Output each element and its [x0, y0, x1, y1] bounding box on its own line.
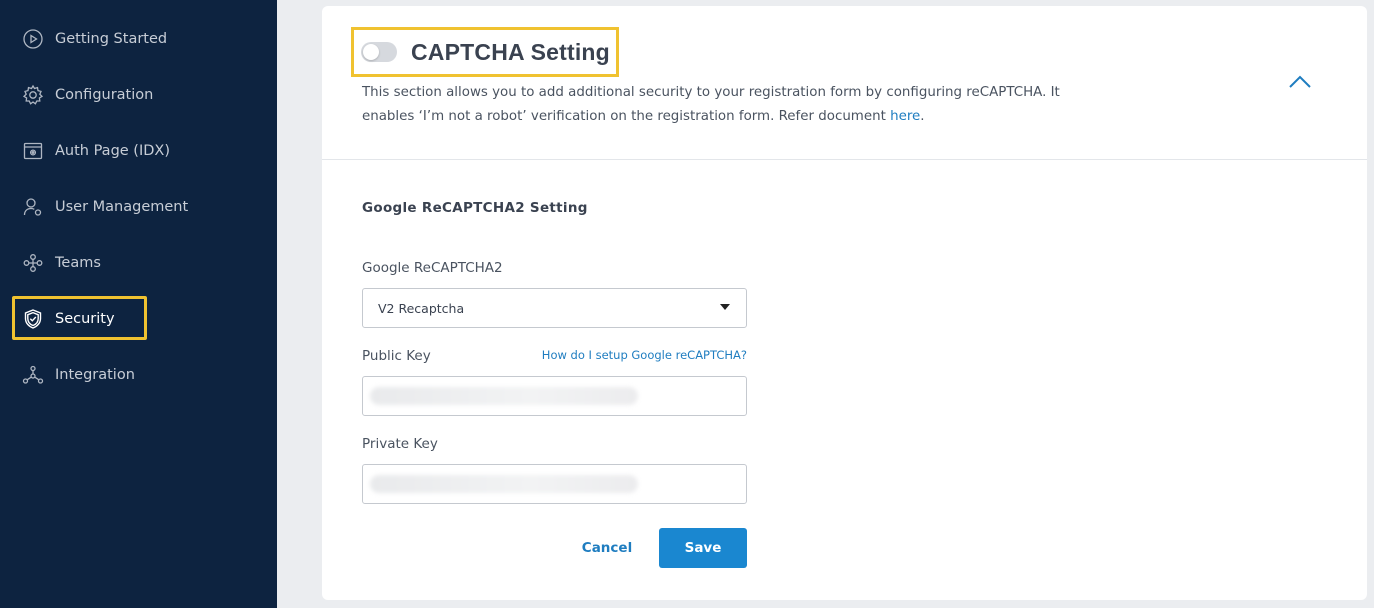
sidebar-item-integration[interactable]: Integration	[22, 361, 135, 389]
sidebar-item-configuration[interactable]: Configuration	[22, 81, 153, 109]
private-key-label: Private Key	[362, 436, 438, 452]
captcha-toggle[interactable]	[361, 42, 397, 62]
description-text: This section allows you to add additiona…	[362, 85, 1060, 124]
sidebar-item-teams[interactable]: Teams	[22, 249, 101, 277]
sidebar-item-getting-started[interactable]: Getting Started	[22, 25, 167, 53]
recaptcha-select[interactable]: V2 Recaptcha	[362, 288, 747, 328]
recaptcha-help-link[interactable]: How do I setup Google reCAPTCHA?	[539, 348, 747, 362]
recaptcha-select-value: V2 Recaptcha	[378, 300, 465, 316]
chevron-up-icon[interactable]	[1288, 72, 1312, 92]
redacted-value	[370, 475, 638, 493]
user-gear-icon	[22, 196, 44, 218]
save-button[interactable]: Save	[659, 528, 747, 568]
public-key-label: Public Key	[362, 348, 431, 364]
redacted-value	[370, 387, 638, 405]
shield-icon	[22, 308, 44, 330]
teams-icon	[22, 252, 44, 274]
sidebar-item-label: Integration	[55, 367, 135, 383]
browser-gear-icon	[22, 140, 44, 162]
here-link[interactable]: here	[890, 109, 920, 124]
card-header: CAPTCHA Setting This section allows you …	[322, 6, 1367, 160]
sidebar-item-user-management[interactable]: User Management	[22, 193, 188, 221]
sidebar-item-label: Teams	[55, 255, 101, 271]
sidebar-item-label: Auth Page (IDX)	[55, 143, 170, 159]
captcha-title-highlight: CAPTCHA Setting	[351, 27, 619, 77]
page-title: CAPTCHA Setting	[411, 38, 610, 65]
sidebar-item-auth-page[interactable]: Auth Page (IDX)	[22, 137, 170, 165]
sidebar-item-security[interactable]: Security	[22, 305, 115, 333]
sidebar-item-label: User Management	[55, 199, 189, 215]
sidebar-item-label: Security	[55, 311, 115, 327]
sidebar-item-label: Getting Started	[55, 31, 168, 47]
sidebar-item-label: Configuration	[55, 87, 154, 103]
captcha-settings-card: CAPTCHA Setting This section allows you …	[322, 6, 1367, 600]
section-title: Google ReCAPTCHA2 Setting	[362, 200, 588, 216]
private-key-input[interactable]	[362, 464, 747, 504]
play-circle-icon	[22, 28, 44, 50]
captcha-description: This section allows you to add additiona…	[362, 81, 1092, 129]
integration-icon	[22, 364, 44, 386]
recaptcha-label: Google ReCAPTCHA2	[362, 260, 503, 276]
description-end: .	[920, 109, 925, 124]
toggle-knob	[363, 44, 379, 60]
caret-down-icon	[720, 304, 730, 310]
cancel-button[interactable]: Cancel	[572, 536, 642, 560]
gear-icon	[22, 84, 44, 106]
sidebar: Getting Started Configuration Auth Page …	[0, 0, 277, 608]
public-key-input[interactable]	[362, 376, 747, 416]
